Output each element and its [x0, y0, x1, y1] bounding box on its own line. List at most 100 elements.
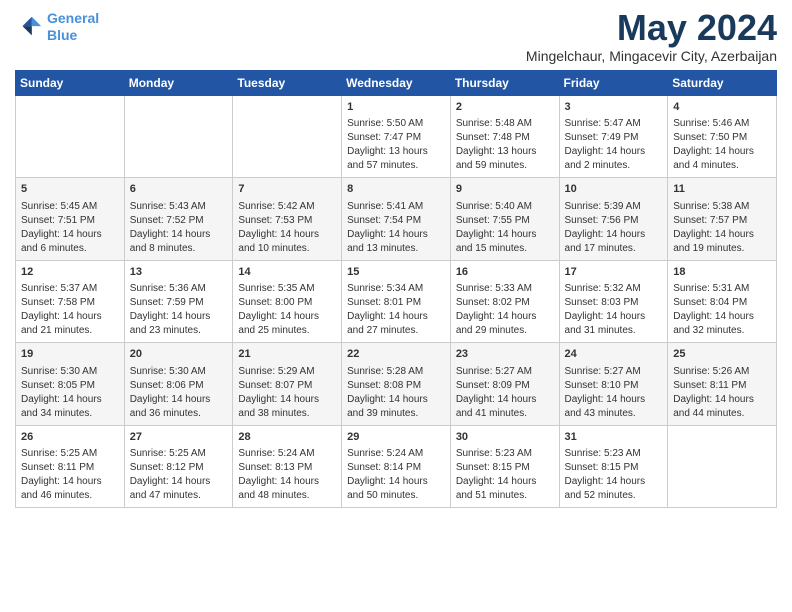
- calendar-week-1: 1Sunrise: 5:50 AMSunset: 7:47 PMDaylight…: [16, 96, 777, 178]
- calendar-cell: 6Sunrise: 5:43 AMSunset: 7:52 PMDaylight…: [124, 178, 233, 260]
- sunrise-text: Sunrise: 5:27 AM: [565, 365, 663, 379]
- calendar-cell: 29Sunrise: 5:24 AMSunset: 8:14 PMDayligh…: [342, 425, 451, 507]
- daylight-text: Daylight: 14 hours and 15 minutes.: [456, 228, 554, 256]
- calendar-cell: 9Sunrise: 5:40 AMSunset: 7:55 PMDaylight…: [450, 178, 559, 260]
- calendar-cell: 8Sunrise: 5:41 AMSunset: 7:54 PMDaylight…: [342, 178, 451, 260]
- sunrise-text: Sunrise: 5:37 AM: [21, 282, 119, 296]
- sunrise-text: Sunrise: 5:24 AM: [347, 447, 445, 461]
- logo-text: General Blue: [47, 10, 99, 44]
- daylight-text: Daylight: 14 hours and 23 minutes.: [130, 310, 228, 338]
- calendar-cell: [16, 96, 125, 178]
- sunrise-text: Sunrise: 5:38 AM: [673, 200, 771, 214]
- daylight-text: Daylight: 14 hours and 46 minutes.: [21, 475, 119, 503]
- sunrise-text: Sunrise: 5:30 AM: [130, 365, 228, 379]
- sunset-text: Sunset: 8:01 PM: [347, 296, 445, 310]
- sunrise-text: Sunrise: 5:45 AM: [21, 200, 119, 214]
- daylight-text: Daylight: 14 hours and 34 minutes.: [21, 393, 119, 421]
- location: Mingelchaur, Mingacevir City, Azerbaijan: [526, 48, 777, 64]
- col-monday: Monday: [124, 71, 233, 96]
- calendar-cell: 12Sunrise: 5:37 AMSunset: 7:58 PMDayligh…: [16, 260, 125, 342]
- sunset-text: Sunset: 8:00 PM: [238, 296, 336, 310]
- day-number: 19: [21, 347, 119, 362]
- page: General Blue May 2024 Mingelchaur, Minga…: [0, 0, 792, 518]
- sunrise-text: Sunrise: 5:42 AM: [238, 200, 336, 214]
- day-number: 5: [21, 182, 119, 197]
- sunset-text: Sunset: 8:15 PM: [565, 461, 663, 475]
- calendar-cell: 10Sunrise: 5:39 AMSunset: 7:56 PMDayligh…: [559, 178, 668, 260]
- daylight-text: Daylight: 14 hours and 52 minutes.: [565, 475, 663, 503]
- calendar-cell: 27Sunrise: 5:25 AMSunset: 8:12 PMDayligh…: [124, 425, 233, 507]
- sunrise-text: Sunrise: 5:27 AM: [456, 365, 554, 379]
- logo-icon: [15, 13, 43, 41]
- day-number: 6: [130, 182, 228, 197]
- daylight-text: Daylight: 14 hours and 31 minutes.: [565, 310, 663, 338]
- daylight-text: Daylight: 14 hours and 43 minutes.: [565, 393, 663, 421]
- daylight-text: Daylight: 14 hours and 2 minutes.: [565, 145, 663, 173]
- sunrise-text: Sunrise: 5:28 AM: [347, 365, 445, 379]
- calendar-cell: 3Sunrise: 5:47 AMSunset: 7:49 PMDaylight…: [559, 96, 668, 178]
- daylight-text: Daylight: 14 hours and 17 minutes.: [565, 228, 663, 256]
- daylight-text: Daylight: 14 hours and 50 minutes.: [347, 475, 445, 503]
- day-number: 10: [565, 182, 663, 197]
- calendar-cell: 18Sunrise: 5:31 AMSunset: 8:04 PMDayligh…: [668, 260, 777, 342]
- calendar-cell: 4Sunrise: 5:46 AMSunset: 7:50 PMDaylight…: [668, 96, 777, 178]
- day-number: 29: [347, 430, 445, 445]
- sunset-text: Sunset: 8:04 PM: [673, 296, 771, 310]
- header-row: Sunday Monday Tuesday Wednesday Thursday…: [16, 71, 777, 96]
- sunrise-text: Sunrise: 5:47 AM: [565, 117, 663, 131]
- day-number: 7: [238, 182, 336, 197]
- sunset-text: Sunset: 7:55 PM: [456, 214, 554, 228]
- day-number: 23: [456, 347, 554, 362]
- month-title: May 2024: [526, 10, 777, 46]
- col-tuesday: Tuesday: [233, 71, 342, 96]
- sunset-text: Sunset: 8:09 PM: [456, 379, 554, 393]
- sunset-text: Sunset: 8:11 PM: [673, 379, 771, 393]
- day-number: 18: [673, 265, 771, 280]
- sunset-text: Sunset: 8:05 PM: [21, 379, 119, 393]
- calendar-cell: 22Sunrise: 5:28 AMSunset: 8:08 PMDayligh…: [342, 343, 451, 425]
- sunset-text: Sunset: 8:15 PM: [456, 461, 554, 475]
- sunset-text: Sunset: 7:50 PM: [673, 131, 771, 145]
- day-number: 2: [456, 100, 554, 115]
- daylight-text: Daylight: 14 hours and 25 minutes.: [238, 310, 336, 338]
- sunset-text: Sunset: 7:52 PM: [130, 214, 228, 228]
- sunset-text: Sunset: 7:53 PM: [238, 214, 336, 228]
- daylight-text: Daylight: 14 hours and 48 minutes.: [238, 475, 336, 503]
- calendar-cell: 15Sunrise: 5:34 AMSunset: 8:01 PMDayligh…: [342, 260, 451, 342]
- sunset-text: Sunset: 8:03 PM: [565, 296, 663, 310]
- day-number: 30: [456, 430, 554, 445]
- day-number: 3: [565, 100, 663, 115]
- calendar-cell: 1Sunrise: 5:50 AMSunset: 7:47 PMDaylight…: [342, 96, 451, 178]
- day-number: 24: [565, 347, 663, 362]
- daylight-text: Daylight: 14 hours and 6 minutes.: [21, 228, 119, 256]
- sunset-text: Sunset: 7:56 PM: [565, 214, 663, 228]
- calendar-cell: 17Sunrise: 5:32 AMSunset: 8:03 PMDayligh…: [559, 260, 668, 342]
- logo-line2: Blue: [47, 27, 77, 43]
- daylight-text: Daylight: 14 hours and 39 minutes.: [347, 393, 445, 421]
- sunrise-text: Sunrise: 5:23 AM: [565, 447, 663, 461]
- daylight-text: Daylight: 14 hours and 36 minutes.: [130, 393, 228, 421]
- sunrise-text: Sunrise: 5:35 AM: [238, 282, 336, 296]
- sunset-text: Sunset: 7:47 PM: [347, 131, 445, 145]
- daylight-text: Daylight: 13 hours and 57 minutes.: [347, 145, 445, 173]
- header: General Blue May 2024 Mingelchaur, Minga…: [15, 10, 777, 64]
- day-number: 16: [456, 265, 554, 280]
- daylight-text: Daylight: 14 hours and 10 minutes.: [238, 228, 336, 256]
- sunrise-text: Sunrise: 5:25 AM: [21, 447, 119, 461]
- sunset-text: Sunset: 7:58 PM: [21, 296, 119, 310]
- daylight-text: Daylight: 14 hours and 13 minutes.: [347, 228, 445, 256]
- sunset-text: Sunset: 7:48 PM: [456, 131, 554, 145]
- daylight-text: Daylight: 14 hours and 8 minutes.: [130, 228, 228, 256]
- sunrise-text: Sunrise: 5:41 AM: [347, 200, 445, 214]
- day-number: 21: [238, 347, 336, 362]
- calendar-cell: 24Sunrise: 5:27 AMSunset: 8:10 PMDayligh…: [559, 343, 668, 425]
- sunrise-text: Sunrise: 5:32 AM: [565, 282, 663, 296]
- calendar-cell: 13Sunrise: 5:36 AMSunset: 7:59 PMDayligh…: [124, 260, 233, 342]
- day-number: 8: [347, 182, 445, 197]
- sunset-text: Sunset: 7:51 PM: [21, 214, 119, 228]
- day-number: 28: [238, 430, 336, 445]
- calendar-week-5: 26Sunrise: 5:25 AMSunset: 8:11 PMDayligh…: [16, 425, 777, 507]
- col-saturday: Saturday: [668, 71, 777, 96]
- logo-line1: General: [47, 10, 99, 26]
- calendar-cell: 7 Sunrise: 5:42 AMSunset: 7:53 PMDaylight…: [233, 178, 342, 260]
